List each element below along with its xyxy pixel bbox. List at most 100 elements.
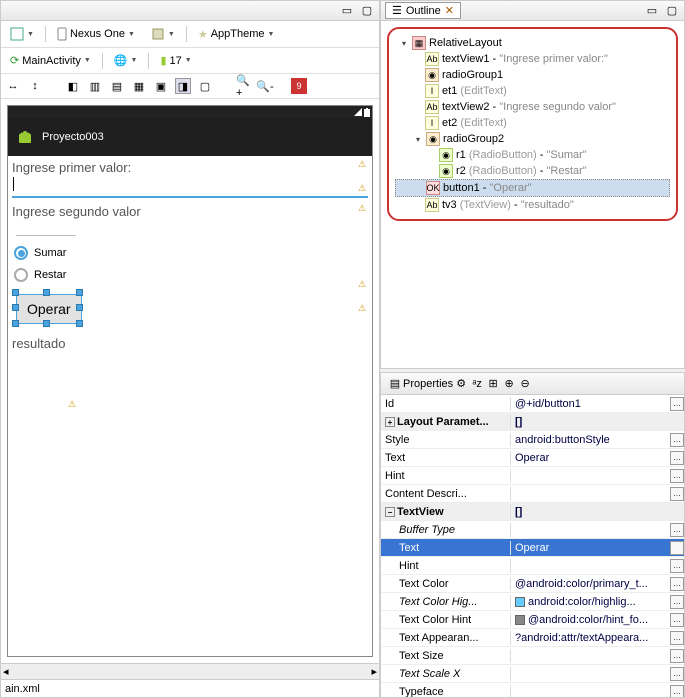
- edit-icon[interactable]: …: [670, 541, 684, 555]
- align-2-icon[interactable]: ▥: [87, 78, 103, 94]
- tree-item[interactable]: Iet1 (EditText): [395, 83, 670, 99]
- h-scrollbar[interactable]: ◂▸: [1, 663, 379, 679]
- result-text: resultado: [12, 336, 65, 351]
- signal-icon: [354, 108, 362, 116]
- maximize-icon[interactable]: ▢: [664, 3, 680, 19]
- android-icon: [16, 128, 34, 146]
- filter-icon[interactable]: ⚙: [453, 376, 469, 392]
- api-dropdown[interactable]: ▮17▼: [155, 52, 196, 69]
- edit-icon[interactable]: …: [670, 685, 684, 698]
- palette-icon: [10, 27, 24, 41]
- tree-item[interactable]: ◉r2 (RadioButton) - "Restar": [395, 163, 670, 179]
- edit-icon[interactable]: …: [670, 397, 684, 411]
- align-7-icon[interactable]: ▢: [197, 78, 213, 94]
- outline-tree[interactable]: ▾▦RelativeLayout AbtextView1 - "Ingrese …: [387, 27, 678, 221]
- tree-item[interactable]: AbtextView2 - "Ingrese segundo valor": [395, 99, 670, 115]
- prop-row: Typeface…: [381, 683, 684, 697]
- edit-icon[interactable]: …: [670, 667, 684, 681]
- locale-dropdown[interactable]: 🌐▼: [109, 52, 143, 69]
- radio-restar[interactable]: Restar: [12, 264, 368, 286]
- edit-icon[interactable]: …: [670, 487, 684, 501]
- prop-row-selected: TextOperar…: [381, 539, 684, 557]
- designer-pane: ▭ ▢ ▼ Nexus One▼ ▼ ★AppTheme▼ ⟳MainActiv…: [0, 0, 380, 698]
- zoom-in-icon[interactable]: 🔍+: [235, 78, 251, 94]
- tab-bar: ain.xml: [1, 679, 379, 697]
- minimize-icon[interactable]: ▭: [339, 3, 355, 19]
- prop-row: Text Color@android:color/primary_t...…: [381, 575, 684, 593]
- prop-row: Text Appearan...?android:attr/textAppear…: [381, 629, 684, 647]
- prop-row: TextOperar…: [381, 449, 684, 467]
- android-mini-icon: ▮: [160, 54, 166, 67]
- theme-dropdown[interactable]: ★AppTheme▼: [193, 26, 280, 43]
- palette-dropdown[interactable]: ▼: [5, 25, 39, 43]
- tree-item[interactable]: AbtextView1 - "Ingrese primer valor:": [395, 51, 670, 67]
- edit-icon[interactable]: …: [670, 559, 684, 573]
- refresh-icon: ⟳: [10, 54, 19, 67]
- app-title: Proyecto003: [42, 131, 104, 143]
- adv-icon[interactable]: ⊞: [485, 376, 501, 392]
- prop-row: Id@+id/button1…: [381, 395, 684, 413]
- prop-row: Buffer Type…: [381, 521, 684, 539]
- edit-icon[interactable]: …: [670, 451, 684, 465]
- edit-icon[interactable]: …: [670, 523, 684, 537]
- align-4-icon[interactable]: ▦: [131, 78, 147, 94]
- layout-body[interactable]: Ingrese primer valor: Ingrese segundo va…: [8, 156, 372, 355]
- expand-icon[interactable]: ⊕: [501, 376, 517, 392]
- edit-icon[interactable]: …: [670, 613, 684, 627]
- prop-group: +Layout Paramet...[]: [381, 413, 684, 431]
- align-1-icon[interactable]: ◧: [65, 78, 81, 94]
- status-bar: [8, 106, 372, 118]
- orientation-icon: [151, 27, 165, 41]
- tree-item[interactable]: Abtv3 (TextView) - "resultado": [395, 197, 670, 213]
- globe-icon: 🌐: [114, 54, 128, 67]
- tree-item[interactable]: ◉radioGroup1: [395, 67, 670, 83]
- tree-root[interactable]: ▾▦RelativeLayout: [395, 35, 670, 51]
- properties-grid[interactable]: Id@+id/button1… +Layout Paramet...[] Sty…: [381, 395, 684, 697]
- designer-toolbar-1: ▼ Nexus One▼ ▼ ★AppTheme▼: [1, 21, 379, 48]
- edit-icon[interactable]: …: [670, 649, 684, 663]
- sort-icon[interactable]: ᵃz: [469, 376, 485, 392]
- zoom-out-icon[interactable]: 🔍-: [257, 78, 273, 94]
- designer-toolbar-2: ⟳MainActivity▼ 🌐▼ ▮17▼: [1, 48, 379, 74]
- prop-row: Styleandroid:buttonStyle…: [381, 431, 684, 449]
- battery-icon: [364, 108, 370, 117]
- tree-item[interactable]: ▾◉radioGroup2: [395, 131, 670, 147]
- outline-pane: ☰Outline✕ ▭ ▢ ▾▦RelativeLayout AbtextVie…: [380, 0, 685, 369]
- minimize-icon[interactable]: ▭: [644, 3, 660, 19]
- prop-row: Hint…: [381, 467, 684, 485]
- edit-icon[interactable]: …: [670, 433, 684, 447]
- align-3-icon[interactable]: ▤: [109, 78, 125, 94]
- align-6-icon[interactable]: ◨: [175, 78, 191, 94]
- tab-file[interactable]: ain.xml: [5, 683, 40, 695]
- outline-header: ☰Outline✕ ▭ ▢: [381, 1, 684, 21]
- edit-text-2[interactable]: [16, 235, 76, 236]
- prop-group: −TextView[]: [381, 503, 684, 521]
- radio-sumar[interactable]: Sumar: [12, 242, 368, 264]
- maximize-icon[interactable]: ▢: [359, 3, 375, 19]
- edit-icon[interactable]: …: [670, 595, 684, 609]
- outline-tab[interactable]: ☰Outline✕: [385, 2, 461, 19]
- props-icon: ▤: [387, 376, 403, 392]
- activity-dropdown[interactable]: ⟳MainActivity▼: [5, 52, 96, 69]
- align-5-icon[interactable]: ▣: [153, 78, 169, 94]
- prop-row: Text Size…: [381, 647, 684, 665]
- prop-row: Content Descri...…: [381, 485, 684, 503]
- tree-item[interactable]: Iet2 (EditText): [395, 115, 670, 131]
- designer-toolbar-3: ↔ ↕ ◧ ▥ ▤ ▦ ▣ ◨ ▢ 🔍+ 🔍- 9: [1, 74, 379, 99]
- orientation-dropdown[interactable]: ▼: [146, 25, 180, 43]
- edit-icon[interactable]: …: [670, 577, 684, 591]
- device-canvas[interactable]: Proyecto003 Ingrese primer valor: Ingres…: [7, 105, 373, 657]
- device-dropdown[interactable]: Nexus One▼: [52, 25, 140, 43]
- tree-item-selected[interactable]: OKbutton1 - "Operar": [395, 179, 670, 197]
- expand-h-icon[interactable]: ↔: [5, 78, 21, 94]
- expand-v-icon[interactable]: ↕: [27, 78, 43, 94]
- outline-icon: ☰: [392, 4, 402, 17]
- edit-icon[interactable]: …: [670, 469, 684, 483]
- tree-item[interactable]: ◉r1 (RadioButton) - "Sumar": [395, 147, 670, 163]
- collapse-icon[interactable]: ⊖: [517, 376, 533, 392]
- error-badge[interactable]: 9: [291, 78, 307, 94]
- phone-icon: [57, 27, 67, 41]
- edit-text-1[interactable]: [12, 175, 368, 198]
- edit-icon[interactable]: …: [670, 631, 684, 645]
- label-1: Ingrese primer valor:: [12, 160, 368, 175]
